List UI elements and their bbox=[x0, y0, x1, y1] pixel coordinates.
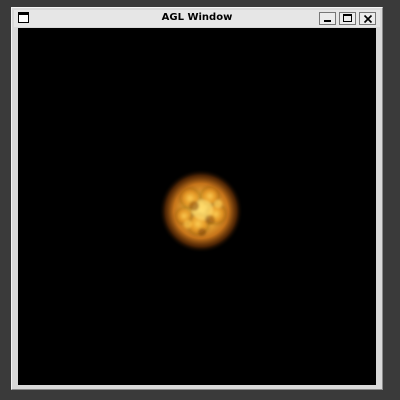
fire-particle-burst bbox=[159, 169, 243, 253]
close-icon bbox=[363, 14, 373, 24]
minimize-button[interactable] bbox=[319, 12, 336, 25]
agl-window: AGL Window bbox=[11, 7, 383, 390]
gl-canvas[interactable] bbox=[18, 28, 376, 385]
title-bar[interactable]: AGL Window bbox=[14, 10, 380, 27]
maximize-button[interactable] bbox=[339, 12, 356, 25]
desktop: AGL Window bbox=[0, 0, 400, 400]
close-button[interactable] bbox=[359, 12, 376, 25]
